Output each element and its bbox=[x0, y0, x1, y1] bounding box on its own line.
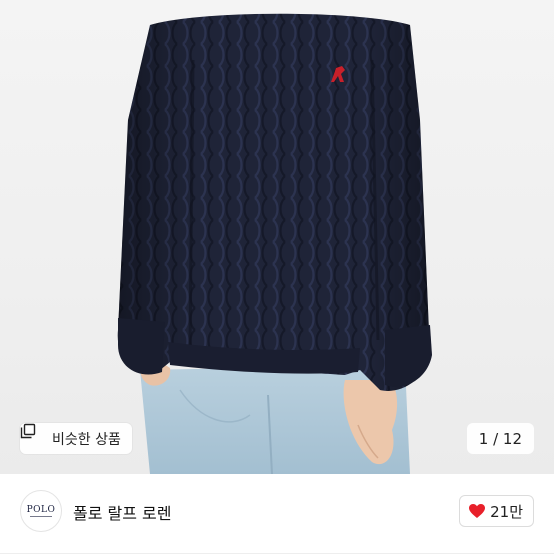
product-image[interactable]: 비슷한 상품 1 / 12 bbox=[0, 0, 554, 474]
like-count: 21만 bbox=[490, 502, 523, 521]
sweater-photo bbox=[117, 13, 432, 474]
shop-logo-underline bbox=[30, 516, 52, 517]
similar-items-label: 비슷한 상품 bbox=[52, 431, 121, 448]
shop-name[interactable]: 폴로 랄프 로렌 bbox=[73, 500, 172, 524]
shop-logo-text: POLO bbox=[26, 505, 56, 515]
shop-row: POLO 폴로 랄프 로렌 21만 bbox=[0, 474, 554, 554]
shop-logo[interactable]: POLO bbox=[20, 490, 62, 532]
image-page-counter: 1 / 12 bbox=[466, 423, 534, 454]
similar-items-button[interactable]: 비슷한 상품 bbox=[20, 423, 132, 454]
like-button[interactable]: 21만 bbox=[459, 495, 534, 527]
heart-icon bbox=[468, 503, 486, 519]
similar-items-icon bbox=[20, 423, 46, 447]
